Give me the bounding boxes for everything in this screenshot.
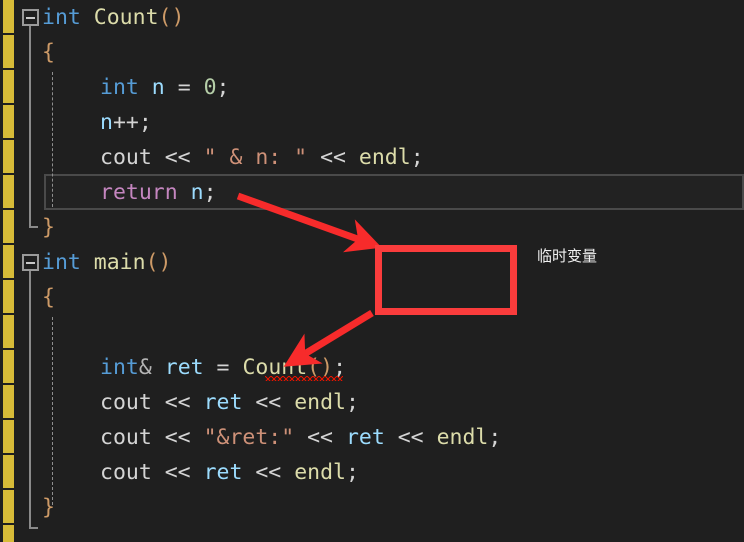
code-token: ret — [164, 355, 204, 380]
code-token: ret — [203, 460, 243, 485]
code-line[interactable]: cout << ret << endl; — [0, 455, 744, 490]
code-line-content: } — [42, 490, 55, 525]
code-token: n — [100, 110, 113, 135]
code-token: = — [164, 75, 204, 100]
code-line-content: { — [42, 35, 55, 70]
code-token: = — [203, 355, 243, 380]
code-line[interactable]: } — [0, 490, 744, 525]
code-line-content: cout << " & n: " << endl; — [100, 140, 424, 175]
code-token: int — [100, 75, 139, 100]
code-token: int — [42, 250, 81, 275]
code-token: cout — [100, 425, 152, 450]
code-token: << — [151, 145, 204, 170]
code-token: { — [42, 40, 55, 65]
code-lines[interactable]: int Count() { int n = 0; n++; cout << " … — [0, 0, 744, 542]
code-token: () — [158, 5, 185, 30]
code-line[interactable]: } — [0, 210, 744, 245]
code-line-content: return n; — [100, 175, 217, 210]
code-token: endl — [294, 460, 346, 485]
code-token: endl — [358, 145, 411, 170]
code-token: endl — [294, 390, 346, 415]
code-line-content: } — [42, 210, 55, 245]
code-token: ; — [345, 390, 359, 415]
code-token: } — [42, 215, 55, 240]
code-line[interactable]: { — [0, 35, 744, 70]
code-line[interactable]: int& ret = Count(); — [0, 350, 744, 385]
code-line[interactable]: { — [0, 280, 744, 315]
code-token: n — [190, 180, 204, 205]
code-line-content: cout << "&ret:" << ret << endl; — [100, 420, 501, 455]
code-line-content: n++; — [100, 105, 152, 140]
code-token: int — [100, 355, 139, 380]
code-line[interactable]: int main() — [0, 245, 744, 280]
code-line-content: cout << ret << endl; — [100, 385, 359, 420]
code-line-content: int n = 0; — [100, 70, 230, 105]
code-line-content: cout << ret << endl; — [100, 455, 359, 490]
code-token: n — [151, 75, 165, 100]
error-squiggle-count — [265, 376, 343, 381]
code-token: << — [384, 425, 437, 450]
code-line-blank[interactable] — [0, 315, 744, 350]
code-token: int — [42, 5, 81, 30]
code-token: << — [151, 425, 204, 450]
code-line-content: int Count() — [42, 0, 184, 35]
code-token: << — [294, 425, 346, 450]
code-line-content: { — [42, 280, 55, 315]
code-token: & — [138, 355, 152, 380]
code-token: return — [100, 180, 178, 205]
code-token: << — [151, 390, 204, 415]
code-token: { — [42, 285, 55, 310]
code-token: "&ret:" — [203, 425, 295, 450]
code-token: << — [151, 460, 204, 485]
code-token: ret — [345, 425, 385, 450]
code-token: } — [42, 495, 55, 520]
code-token: main — [93, 250, 146, 275]
code-token: ; — [345, 460, 359, 485]
code-token: " & n: " — [203, 145, 308, 170]
code-token: Count — [93, 5, 159, 30]
code-token: ret — [203, 390, 243, 415]
code-token: << — [307, 145, 359, 170]
code-token: ; — [410, 145, 424, 170]
code-line[interactable]: n++; — [0, 105, 744, 140]
code-token: << — [242, 390, 295, 415]
code-line[interactable]: int n = 0; — [0, 70, 744, 105]
code-line-current[interactable]: return n; — [0, 175, 744, 210]
code-line[interactable]: cout << "&ret:" << ret << endl; — [0, 420, 744, 455]
code-token: << — [242, 460, 295, 485]
code-token: ; — [488, 425, 502, 450]
code-token: cout — [100, 460, 152, 485]
code-line[interactable]: cout << ret << endl; — [0, 385, 744, 420]
code-token: ++; — [112, 110, 152, 135]
code-token: ; — [203, 180, 217, 205]
code-token: ; — [216, 75, 230, 100]
code-token: cout — [100, 145, 152, 170]
code-token: endl — [436, 425, 489, 450]
code-token: cout — [100, 390, 152, 415]
code-token: () — [145, 250, 172, 275]
code-line-content: int main() — [42, 245, 171, 280]
code-line[interactable]: int Count() — [0, 0, 744, 35]
code-token: 0 — [203, 75, 217, 100]
code-editor[interactable]: int Count() { int n = 0; n++; cout << " … — [0, 0, 744, 542]
code-line[interactable]: cout << " & n: " << endl; — [0, 140, 744, 175]
